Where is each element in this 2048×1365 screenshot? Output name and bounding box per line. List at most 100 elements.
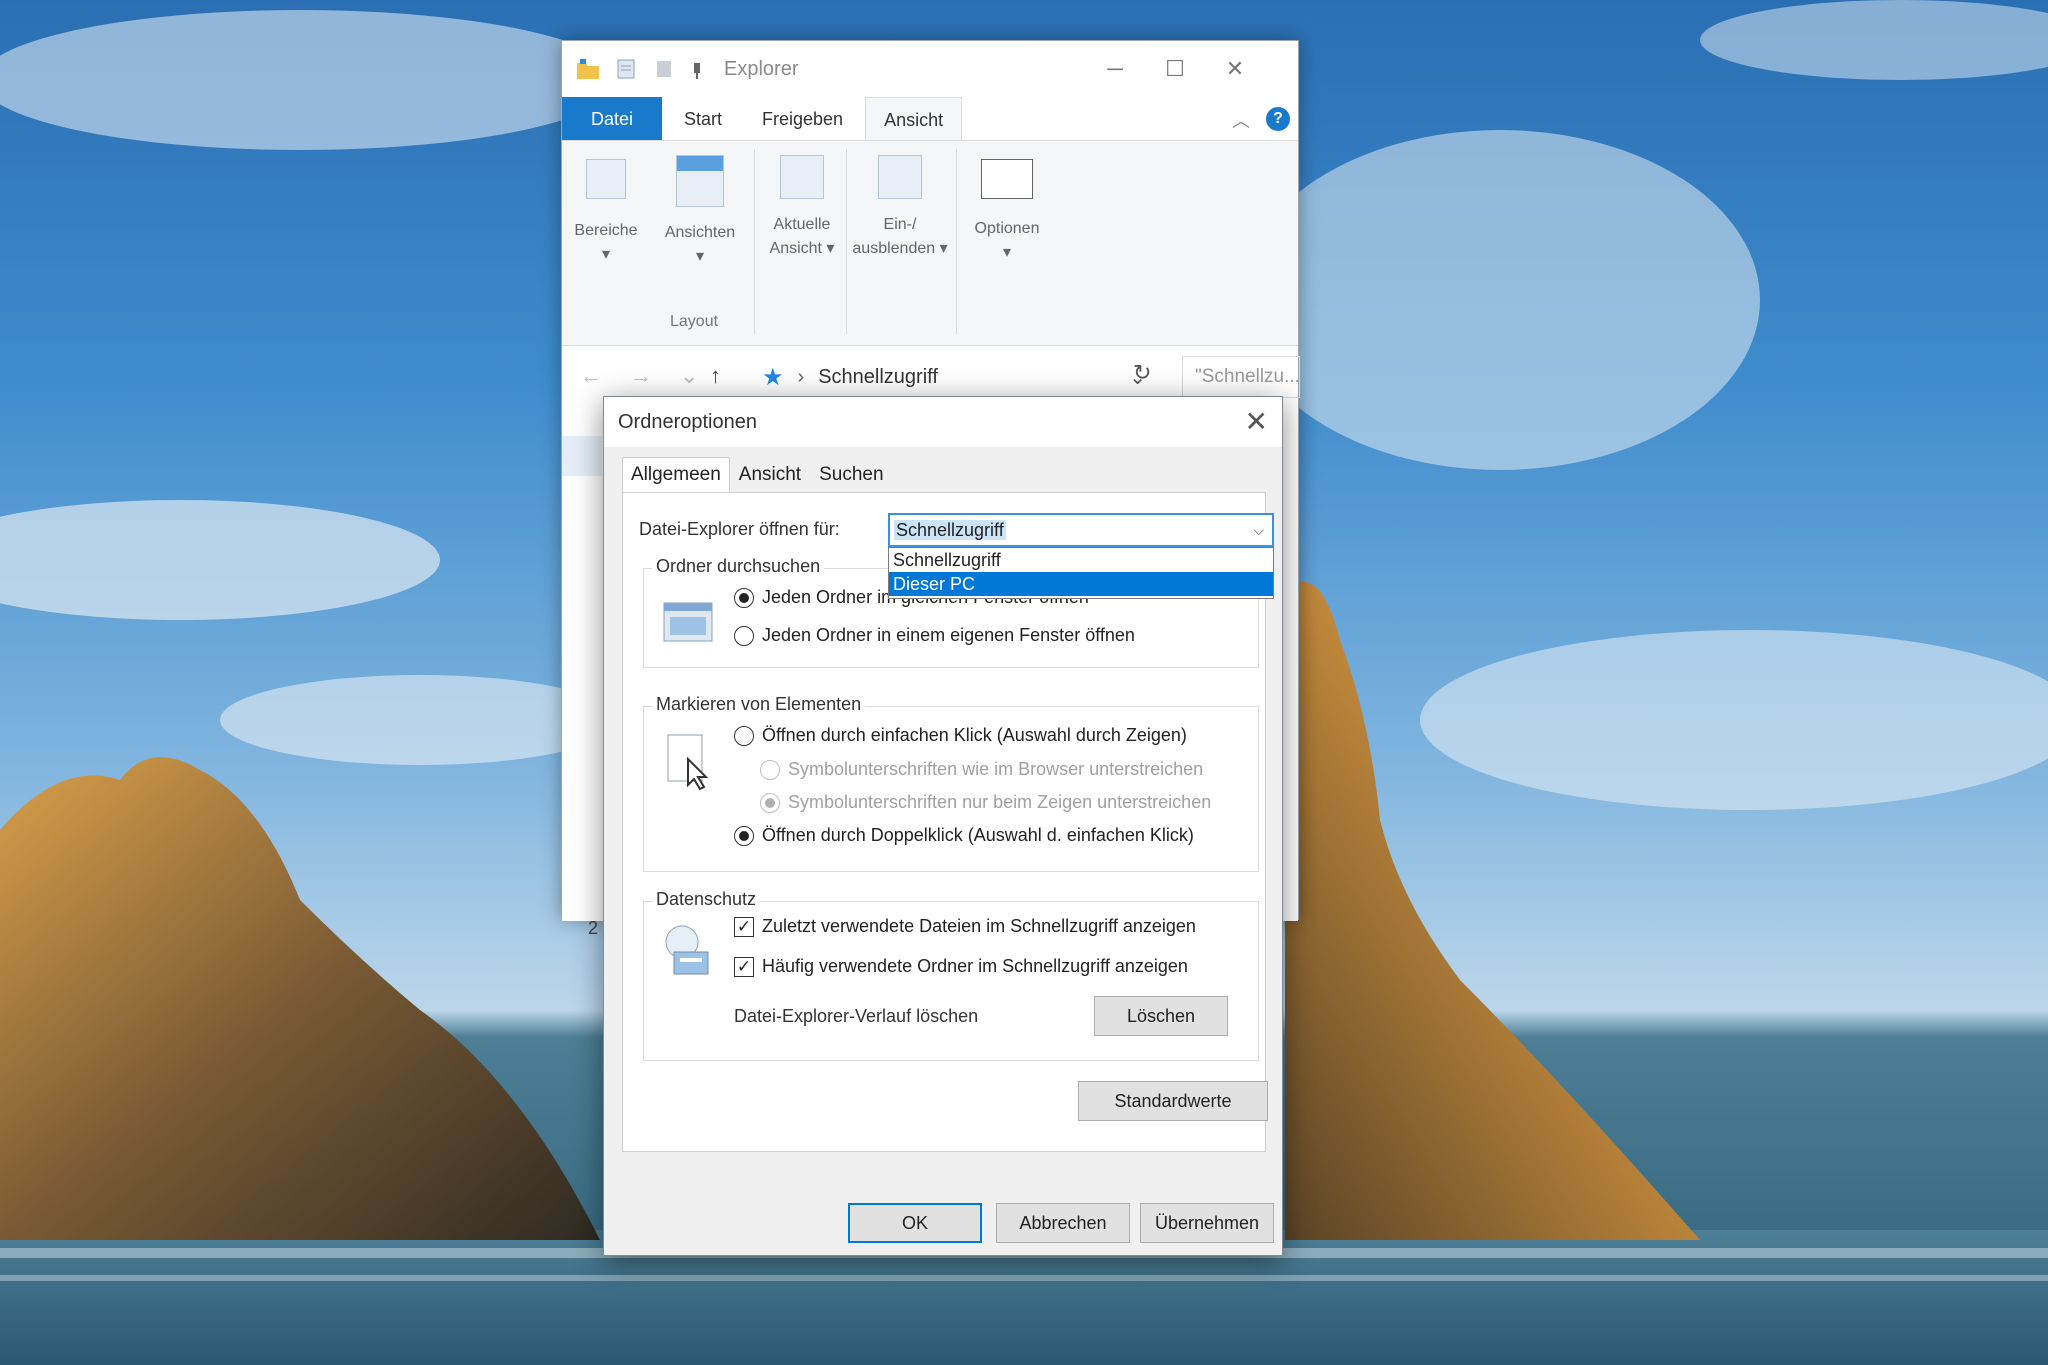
dialog-title: Ordneroptionen — [618, 410, 757, 433]
cancel-button[interactable]: Abbrechen — [996, 1203, 1130, 1243]
ok-button[interactable]: OK — [848, 1203, 982, 1243]
aktuelle-label-1: Aktuelle — [773, 216, 831, 233]
general-tab-page: Datei-Explorer öffnen für: Schnellzugrif… — [622, 492, 1274, 1152]
aktuelle-ansicht-button[interactable]: Aktuelle Ansicht ▾ — [762, 149, 842, 261]
ribbon-separator — [754, 149, 755, 334]
pin-icon[interactable] — [690, 57, 704, 81]
clear-history-label: Datei-Explorer-Verlauf löschen — [734, 1006, 979, 1026]
maximize-button[interactable]: ☐ — [1152, 51, 1198, 87]
option-own-window-label: Jeden Ordner in einem eigenen Fenster öf… — [762, 625, 1135, 645]
option-single-click-label: Öffnen durch einfachen Klick (Auswahl du… — [762, 725, 1187, 745]
option-frequent-folders[interactable]: ✓ Häufig verwendete Ordner im Schnellzug… — [734, 956, 1188, 977]
option-underline-hover[interactable]: Symbolunterschriften nur beim Zeigen unt… — [760, 792, 1211, 813]
click-group-title: Markieren von Elementen — [652, 694, 866, 715]
current-view-icon — [780, 155, 824, 199]
folder-options-dialog: Ordneroptionen ✕ Allgemeen Ansicht Suche… — [603, 396, 1283, 1256]
open-for-dropdown: Schnellzugriff Dieser PC — [888, 547, 1274, 599]
help-icon[interactable]: ? — [1266, 107, 1290, 131]
chevron-down-icon[interactable]: ⌵ — [1253, 515, 1264, 545]
dialog-titlebar[interactable]: Ordneroptionen ✕ — [604, 397, 1282, 447]
tab-freigeben[interactable]: Freigeben — [744, 97, 861, 140]
ansichten-label: Ansichten — [664, 224, 736, 241]
option-single-click[interactable]: Öffnen durch einfachen Klick (Auswahl du… — [734, 725, 1187, 746]
properties-icon[interactable] — [614, 57, 638, 81]
ribbon-ansicht: Bereiche ▾ Ansichten ▾ Layout Aktuelle A… — [562, 141, 1298, 346]
dropdown-marker: ▾ — [1002, 244, 1012, 261]
options-icon — [981, 159, 1033, 199]
bereiche-label: Bereiche — [574, 222, 638, 239]
up-arrow-icon[interactable]: ↑ — [710, 363, 760, 389]
ansichten-button[interactable]: Ansichten ▾ — [654, 149, 746, 269]
tab-ansicht[interactable]: Ansicht — [865, 97, 963, 140]
recent-locations-icon[interactable]: ⌄ — [680, 363, 710, 389]
option-underline-hover-label: Symbolunterschriften nur beim Zeigen unt… — [788, 792, 1212, 812]
radio-own-window[interactable] — [734, 625, 754, 646]
panes-icon — [586, 159, 626, 199]
close-icon[interactable]: ✕ — [1245, 405, 1268, 438]
status-item-count: 2 — [588, 918, 599, 938]
option-double-click[interactable]: Öffnen durch Doppelklick (Auswahl d. ein… — [734, 825, 1194, 846]
checkbox-recent-files[interactable]: ✓ — [734, 916, 754, 937]
ribbon-separator — [956, 149, 957, 334]
close-button[interactable]: ✕ — [1212, 51, 1258, 87]
radio-single-click[interactable] — [734, 725, 754, 746]
search-input[interactable]: "Schnellzu... — [1182, 356, 1300, 398]
ein-label-1: Ein-/ — [883, 216, 917, 233]
tab-datei[interactable]: Datei — [562, 97, 662, 140]
radio-double-click[interactable] — [734, 825, 754, 846]
star-icon: ★ — [762, 363, 784, 391]
browse-group-title: Ordner durchsuchen — [652, 556, 825, 577]
ribbon-separator — [846, 149, 847, 334]
chevron-up-icon[interactable]: ︿ — [1232, 107, 1250, 133]
address-path[interactable]: ★ › Schnellzugriff ⌄ — [762, 356, 1152, 398]
ein-label-2: ausblenden ▾ — [852, 240, 948, 257]
ein-ausblenden-button[interactable]: Ein-/ ausblenden ▾ — [848, 149, 952, 261]
wave — [0, 1275, 2048, 1281]
dropdown-option-schnellzugriff[interactable]: Schnellzugriff — [889, 548, 1273, 572]
minimize-button[interactable]: ─ — [1092, 51, 1138, 87]
refresh-icon[interactable]: ↻ — [1133, 360, 1151, 386]
tab-ansicht[interactable]: Ansicht — [730, 457, 810, 493]
aktuelle-label-2: Ansicht ▾ — [769, 240, 835, 257]
tab-start[interactable]: Start — [666, 97, 740, 140]
dropdown-option-dieser-pc[interactable]: Dieser PC — [889, 572, 1273, 596]
cloud — [1240, 130, 1760, 470]
cloud — [1420, 630, 2048, 810]
option-own-window[interactable]: Jeden Ordner in einem eigenen Fenster öf… — [734, 625, 1135, 646]
views-icon — [676, 155, 724, 207]
breadcrumb-location[interactable]: Schnellzugriff — [818, 366, 938, 389]
back-arrow-icon[interactable]: ← — [580, 363, 630, 389]
left-rock — [0, 757, 600, 1240]
click-items-group: Markieren von Elementen Öffnen durch ein… — [643, 694, 1259, 872]
navigation-pane-selection[interactable] — [562, 436, 602, 476]
show-hide-icon — [878, 155, 922, 199]
option-underline-browser[interactable]: Symbolunterschriften wie im Browser unte… — [760, 759, 1203, 780]
bereiche-button[interactable]: Bereiche ▾ — [570, 149, 642, 267]
group-label-layout: Layout — [670, 313, 719, 330]
new-folder-icon[interactable] — [652, 57, 676, 81]
ribbon-tabs: Datei Start Freigeben Ansicht ︿ ? — [562, 97, 1298, 141]
privacy-icon — [662, 922, 714, 975]
explorer-titlebar[interactable]: Explorer ─ ☐ ✕ — [562, 41, 1298, 97]
clear-history-button[interactable]: Löschen — [1094, 996, 1228, 1036]
open-for-select[interactable]: Schnellzugriff ⌵ — [888, 513, 1274, 547]
checkbox-frequent-folders[interactable]: ✓ — [734, 956, 754, 977]
open-for-label: Datei-Explorer öffnen für: — [639, 519, 840, 539]
window-title: Explorer — [724, 57, 799, 80]
option-recent-files[interactable]: ✓ Zuletzt verwendete Dateien im Schnellz… — [734, 916, 1196, 937]
cloud — [0, 10, 620, 150]
cursor-icon — [662, 731, 714, 791]
option-frequent-folders-label: Häufig verwendete Ordner im Schnellzugri… — [762, 956, 1188, 976]
radio-underline-browser[interactable] — [760, 759, 780, 780]
radio-same-window[interactable] — [734, 587, 754, 608]
forward-arrow-icon[interactable]: → — [630, 363, 680, 389]
restore-defaults-button[interactable]: Standardwerte — [1078, 1081, 1268, 1121]
cloud — [220, 675, 620, 765]
radio-underline-hover[interactable] — [760, 792, 780, 813]
apply-button[interactable]: Übernehmen — [1140, 1203, 1274, 1243]
tab-suchen[interactable]: Suchen — [810, 457, 892, 493]
tab-allgemein[interactable]: Allgemeen — [622, 457, 730, 493]
breadcrumb-separator-icon: › — [797, 365, 805, 388]
optionen-button[interactable]: Optionen ▾ — [964, 149, 1050, 265]
privacy-group-title: Datenschutz — [652, 889, 761, 910]
